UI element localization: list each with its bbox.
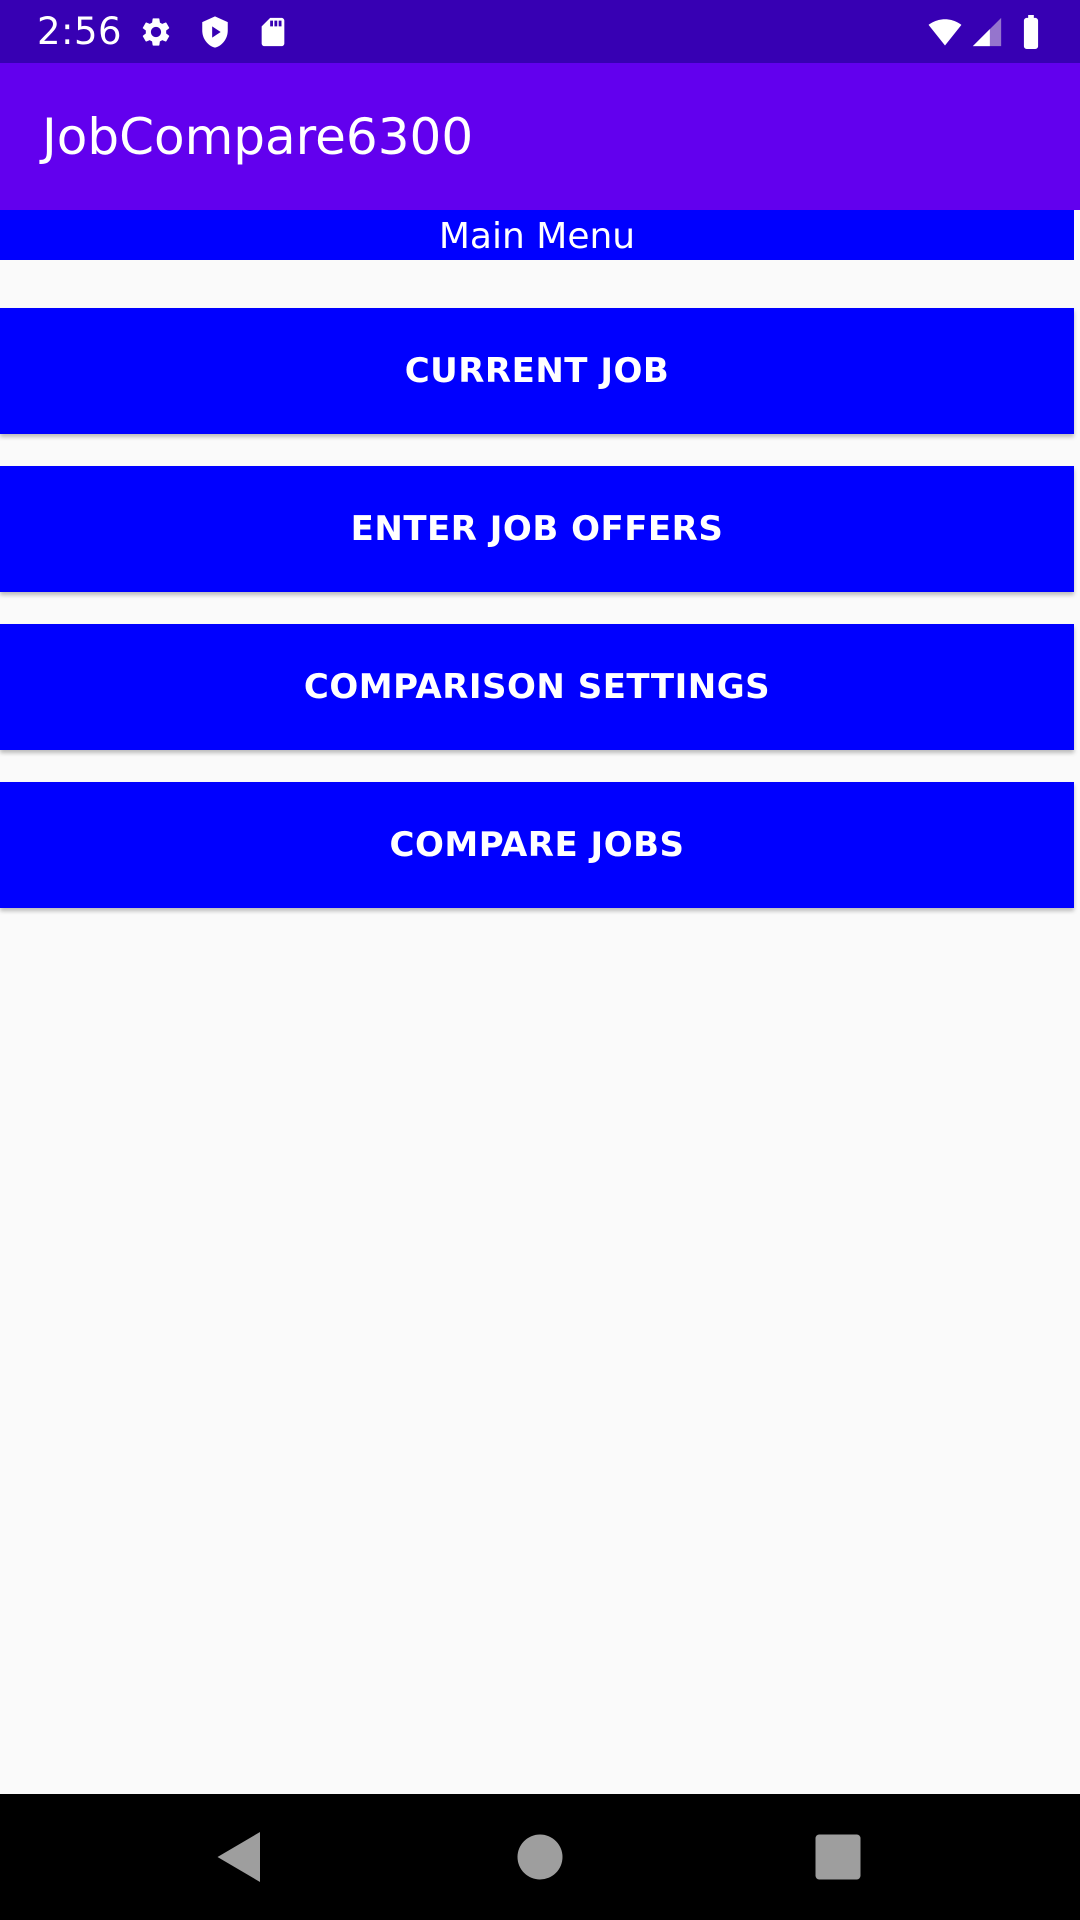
recents-icon[interactable] (808, 1827, 868, 1887)
battery-icon (1016, 15, 1046, 49)
app-bar: JobCompare6300 (0, 63, 1080, 210)
compare-jobs-button[interactable]: COMPARE JOBS (0, 782, 1074, 908)
wifi-icon (924, 15, 966, 49)
app-title: JobCompare6300 (42, 108, 474, 166)
status-time: 2:56 (37, 10, 123, 53)
play-protect-shield-icon (198, 15, 232, 49)
status-bar: 2:56 (0, 0, 1080, 63)
main-menu-header: Main Menu (0, 210, 1074, 260)
back-icon[interactable] (210, 1827, 270, 1887)
home-icon[interactable] (510, 1827, 570, 1887)
sd-card-icon (256, 15, 290, 49)
cellular-signal-icon (970, 15, 1004, 49)
screen: 2:56 JobCompare6300 Main Menu CURRENT JO… (0, 0, 1080, 1920)
navigation-bar (0, 1794, 1080, 1920)
settings-gear-icon (139, 15, 173, 49)
enter-job-offers-button[interactable]: ENTER JOB OFFERS (0, 466, 1074, 592)
comparison-settings-button[interactable]: COMPARISON SETTINGS (0, 624, 1074, 750)
current-job-button[interactable]: CURRENT JOB (0, 308, 1074, 434)
